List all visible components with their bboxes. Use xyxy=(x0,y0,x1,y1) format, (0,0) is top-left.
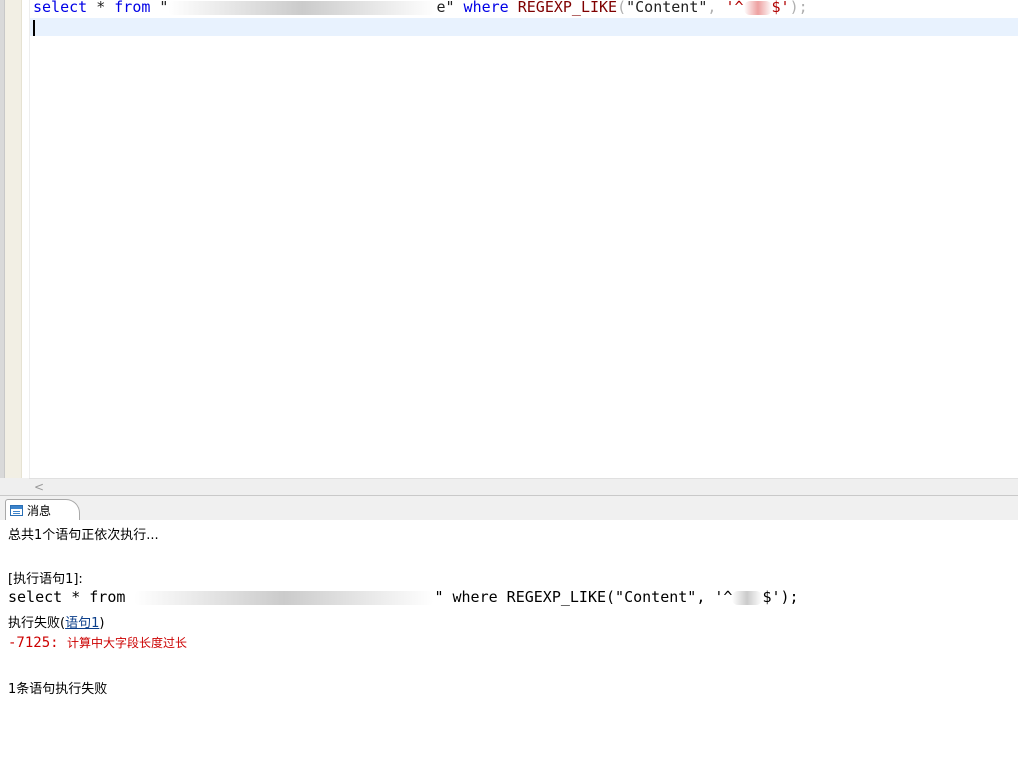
column-argument: "Content" xyxy=(626,0,708,16)
fail-suffix: ) xyxy=(99,616,105,631)
horizontal-scrollbar[interactable]: < xyxy=(29,478,1018,495)
pattern-string-start: '^ xyxy=(725,0,744,16)
keyword-from: from xyxy=(114,0,151,16)
messages-panel: 总共1个语句正依次执行... [执行语句1]: select * from " … xyxy=(0,520,1018,772)
tab-messages-label: 消息 xyxy=(27,503,52,518)
sql-prefix: select * from xyxy=(8,588,135,606)
paren-close: ); xyxy=(789,0,808,16)
star-token: * xyxy=(87,0,115,16)
line-number-gutter xyxy=(5,0,22,478)
quote-open-token: " xyxy=(150,0,169,16)
error-message: -7125: 计算中大字段长度过长 xyxy=(8,632,187,651)
table-name-tail: e" xyxy=(436,0,455,16)
error-text: 计算中大字段长度过长 xyxy=(67,636,188,650)
redacted-table-name xyxy=(168,0,437,15)
sql-editor[interactable]: select * from " e" where REGEXP_LIKE("Con… xyxy=(0,0,1018,478)
pattern-string-end: $' xyxy=(771,0,790,16)
execution-total-text: 总共1个语句正依次执行... xyxy=(8,528,159,543)
function-regexp-like: REGEXP_LIKE xyxy=(517,0,618,16)
tab-messages[interactable]: 消息 xyxy=(5,499,81,520)
scroll-left-arrow-icon[interactable]: < xyxy=(33,479,45,495)
sql-middle: " where REGEXP_LIKE("Content", '^ xyxy=(434,588,733,606)
scrollbar-corner xyxy=(0,478,29,495)
sql-end: $'); xyxy=(762,588,799,606)
redacted-pattern xyxy=(743,0,772,15)
text-caret xyxy=(33,20,35,36)
statement-1-link[interactable]: 语句1 xyxy=(65,616,99,631)
error-code: -7125: xyxy=(8,635,68,651)
execution-failed-line: 执行失败(语句1) xyxy=(8,612,104,631)
code-line-1[interactable]: select * from " e" where REGEXP_LIKE("Con… xyxy=(33,0,808,16)
code-area[interactable]: select * from " e" where REGEXP_LIKE("Con… xyxy=(30,0,1018,478)
redacted-sql-table-name xyxy=(134,590,435,605)
output-panel-tabbar: 消息 xyxy=(0,495,1018,521)
keyword-where: where xyxy=(454,0,518,16)
statement-header: [执行语句1]: xyxy=(8,572,83,587)
execution-summary: 1条语句执行失败 xyxy=(8,682,108,697)
executed-sql-text: select * from " where REGEXP_LIKE("Conte… xyxy=(8,588,799,606)
fail-prefix: 执行失败( xyxy=(8,616,66,631)
paren-open: ( xyxy=(617,0,627,16)
comma-token: , xyxy=(707,0,726,16)
redacted-sql-pattern xyxy=(732,590,763,605)
current-line-highlight[interactable] xyxy=(30,18,1018,36)
message-window-icon xyxy=(10,504,23,516)
keyword-select: select xyxy=(33,0,88,16)
